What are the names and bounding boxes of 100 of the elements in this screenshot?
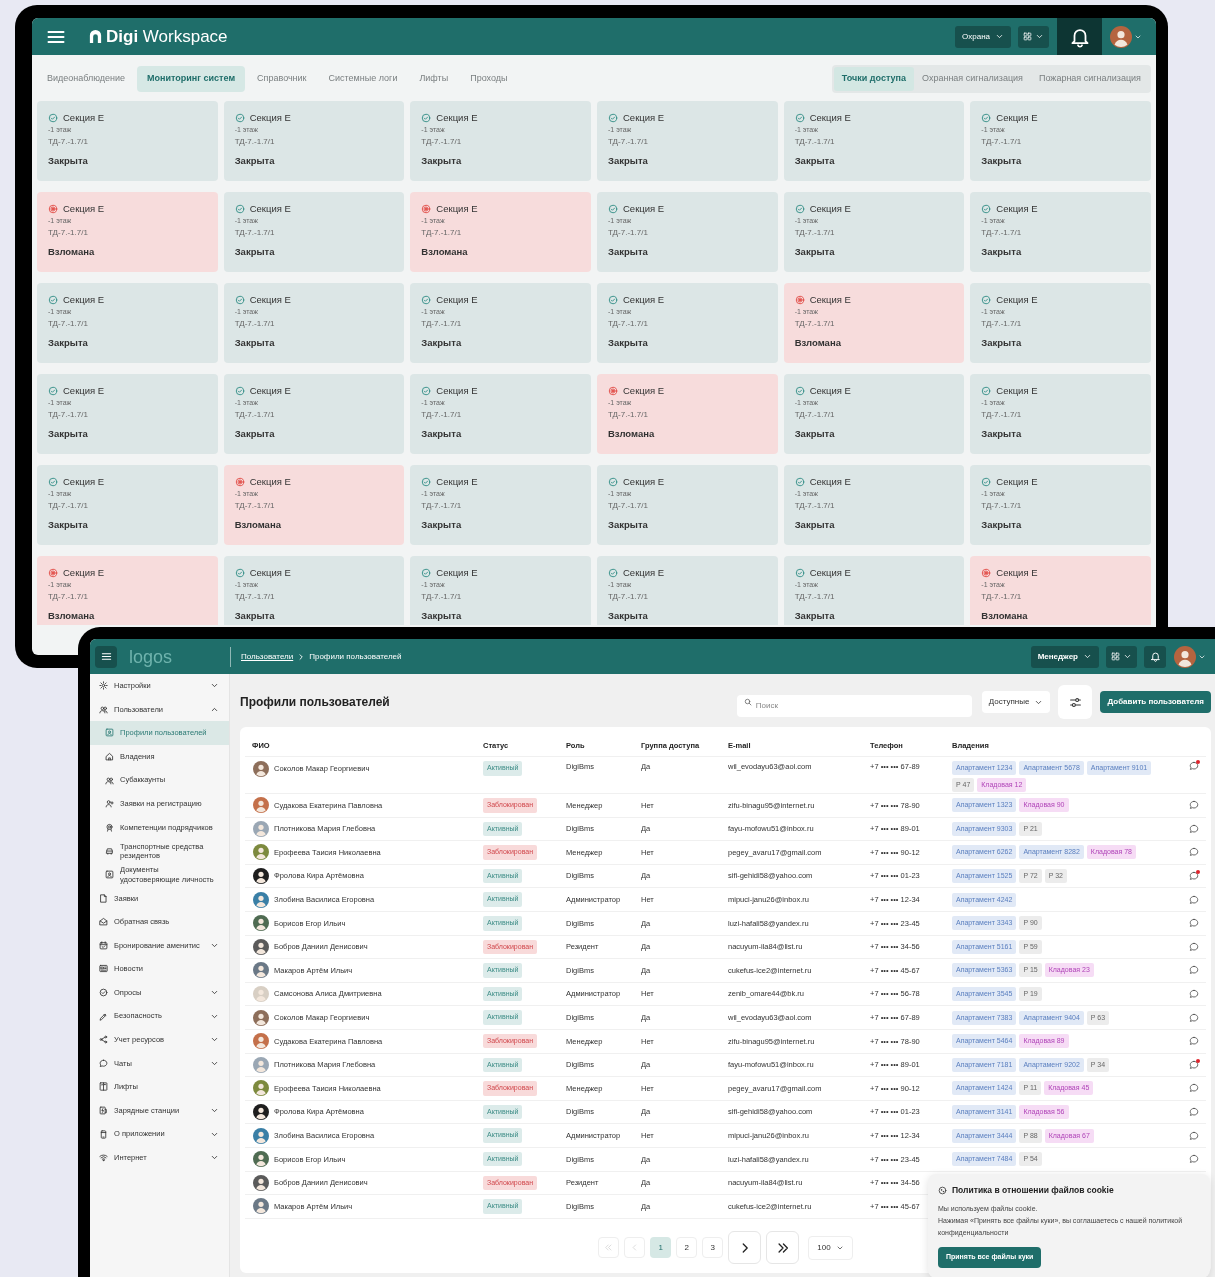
chat-button[interactable] bbox=[1189, 871, 1199, 882]
segment-tab[interactable]: Пожарная сигнализация bbox=[1031, 67, 1149, 91]
chevron-down-icon bbox=[210, 1106, 219, 1115]
notifications-button[interactable] bbox=[1057, 18, 1102, 55]
chat-button[interactable] bbox=[1189, 1130, 1199, 1141]
section-name: Секция Е bbox=[249, 203, 291, 215]
section-name: Секция Е bbox=[623, 203, 665, 215]
page-button[interactable]: 1 bbox=[650, 1237, 672, 1259]
tab[interactable]: Мониторинг систем bbox=[137, 66, 246, 92]
tab[interactable]: Видеонаблюдение bbox=[37, 66, 136, 92]
section-name: Секция Е bbox=[63, 385, 105, 397]
access-point-code: ТД-7.-1.7/1 bbox=[981, 409, 1023, 421]
door-status: Взломана bbox=[234, 519, 282, 531]
apps-dropdown[interactable] bbox=[1106, 645, 1137, 668]
chat-button[interactable] bbox=[1189, 918, 1199, 929]
chat-button[interactable] bbox=[1189, 1012, 1199, 1023]
page-size-dropdown[interactable]: 100 bbox=[808, 1235, 853, 1260]
tab[interactable]: Лифты bbox=[409, 66, 459, 92]
section-name: Секция Е bbox=[436, 476, 478, 488]
charger-icon bbox=[99, 1106, 108, 1115]
check-circle-icon bbox=[48, 295, 58, 305]
chat-button[interactable] bbox=[1189, 823, 1199, 834]
door-status: Взломана bbox=[421, 246, 469, 258]
breadcrumb-link[interactable]: Пользователи bbox=[241, 650, 294, 663]
tab[interactable]: Проходы bbox=[460, 66, 518, 92]
search-field[interactable]: Поиск bbox=[736, 694, 972, 717]
door-status: Закрыта bbox=[608, 519, 649, 531]
section-name: Секция Е bbox=[809, 203, 851, 215]
role-dropdown[interactable]: Менеджер bbox=[1030, 645, 1099, 668]
door-status: Закрыта bbox=[981, 246, 1023, 258]
menu-button[interactable] bbox=[95, 645, 117, 668]
chevron-down-icon bbox=[995, 32, 1004, 41]
chat-button[interactable] bbox=[1189, 965, 1199, 976]
check-circle-icon bbox=[234, 113, 245, 123]
access-point-code: ТД-7.-1.7/1 bbox=[421, 227, 463, 239]
check-circle-icon bbox=[981, 204, 992, 214]
chat-button[interactable] bbox=[1189, 894, 1199, 905]
door-status: Закрыта bbox=[794, 246, 836, 258]
door-status: Закрыта bbox=[234, 428, 276, 440]
chat-button[interactable] bbox=[1189, 847, 1199, 858]
door-status: Взломана bbox=[981, 610, 1029, 622]
section-name: Секция Е bbox=[809, 567, 851, 579]
grid-icon bbox=[1023, 32, 1032, 41]
access-point-code: ТД-7.-1.7/1 bbox=[608, 500, 649, 512]
chat-icon bbox=[1189, 1154, 1199, 1165]
chat-button[interactable] bbox=[1189, 1059, 1199, 1070]
door-status: Закрыта bbox=[48, 155, 89, 167]
alert-circle-icon bbox=[48, 568, 58, 578]
cookie-title: Политика в отношении файлов cookie bbox=[952, 1184, 1114, 1197]
users-icon bbox=[99, 704, 108, 714]
chat-button[interactable] bbox=[1189, 1036, 1199, 1047]
section-name: Секция Е bbox=[249, 567, 291, 579]
chat-button[interactable] bbox=[1189, 1154, 1199, 1165]
door-status: Взломана bbox=[608, 428, 656, 440]
filter-settings-button[interactable] bbox=[1058, 685, 1093, 719]
access-point-code: ТД-7.-1.7/1 bbox=[794, 409, 836, 421]
section-name: Секция Е bbox=[623, 385, 665, 397]
check-circle-icon bbox=[234, 568, 245, 578]
page-button[interactable]: 2 bbox=[676, 1237, 698, 1259]
tab[interactable]: Системные логи bbox=[318, 66, 408, 92]
page-nav-button[interactable] bbox=[766, 1231, 800, 1265]
car-icon bbox=[105, 846, 114, 856]
notifications-button[interactable] bbox=[1144, 645, 1166, 668]
add-user-button[interactable]: Добавить пользователя bbox=[1100, 691, 1211, 713]
apps-dropdown[interactable] bbox=[1018, 25, 1049, 48]
section-name: Секция Е bbox=[63, 112, 105, 124]
access-point-code: ТД-7.-1.7/1 bbox=[421, 500, 463, 512]
segment-tab[interactable]: Точки доступа bbox=[833, 67, 914, 91]
role-dropdown[interactable]: Охрана bbox=[955, 25, 1011, 48]
logo-icon bbox=[88, 29, 103, 44]
access-point-code: ТД-7.-1.7/1 bbox=[48, 409, 89, 421]
chat-button[interactable] bbox=[1189, 989, 1199, 1000]
chat-button[interactable] bbox=[1189, 761, 1199, 771]
section-name: Секция Е bbox=[436, 112, 478, 124]
chat-button[interactable] bbox=[1189, 800, 1199, 811]
tab[interactable]: Справочник bbox=[247, 66, 317, 92]
door-status: Закрыта bbox=[421, 155, 463, 167]
chat-icon bbox=[1189, 1059, 1199, 1070]
check-circle-icon bbox=[794, 204, 805, 214]
chat-button[interactable] bbox=[1189, 1107, 1199, 1117]
avatar-icon bbox=[1174, 645, 1196, 668]
filter-dropdown[interactable]: Доступные bbox=[981, 691, 1051, 713]
section-name: Секция Е bbox=[63, 203, 105, 215]
avatar-icon bbox=[253, 1033, 269, 1050]
page-button[interactable]: 3 bbox=[702, 1237, 724, 1259]
avatar-icon bbox=[1110, 25, 1132, 48]
profile-menu[interactable] bbox=[1174, 645, 1206, 668]
elevator-icon bbox=[99, 1082, 108, 1092]
door-status: Закрыта bbox=[48, 519, 89, 531]
app-logo: Digi Workspace bbox=[106, 28, 228, 45]
chat-icon bbox=[1189, 1083, 1199, 1094]
document-icon bbox=[99, 893, 108, 903]
chat-button[interactable] bbox=[1189, 941, 1199, 952]
home-icon bbox=[105, 752, 114, 762]
access-point-code: ТД-7.-1.7/1 bbox=[794, 591, 836, 603]
breadcrumb-current: Профили пользователей bbox=[309, 650, 402, 663]
profile-menu[interactable] bbox=[1110, 25, 1142, 48]
chat-button[interactable] bbox=[1189, 1083, 1199, 1094]
access-point-code: ТД-7.-1.7/1 bbox=[48, 318, 89, 330]
section-name: Секция Е bbox=[436, 294, 478, 306]
